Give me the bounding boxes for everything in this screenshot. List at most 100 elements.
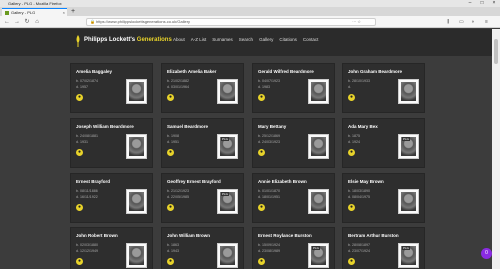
- person-icon[interactable]: ●: [167, 258, 174, 265]
- menu-icon[interactable]: ≡: [485, 17, 488, 27]
- scrollbar-thumb[interactable]: [494, 39, 498, 64]
- person-name[interactable]: Annie Elizabeth Brown: [258, 179, 307, 185]
- person-icon[interactable]: ●: [76, 258, 83, 265]
- death-date: d. 22/05/1985: [167, 195, 189, 199]
- person-name[interactable]: Joseph William Beardmore: [76, 124, 134, 130]
- person-card[interactable]: Ernest Brayford b. 08/11/1886 d. 16/11/192…: [70, 173, 153, 223]
- person-card[interactable]: John Robert Brown b. 02/03/1880 d. 12/12/1…: [70, 227, 153, 269]
- person-icon[interactable]: ●: [258, 149, 265, 156]
- menu-az-list[interactable]: A-Z List: [191, 37, 207, 43]
- person-photo[interactable]: PLG: [308, 243, 329, 268]
- person-card[interactable]: Mary Bettany b. 25/12/1869 d. 24/03/1923 ●: [252, 118, 335, 168]
- menu-gallery[interactable]: Gallery: [259, 37, 273, 43]
- tab-gallery[interactable]: Gallery - PLG ×: [2, 8, 67, 16]
- site-brand[interactable]: Philipps Lockett's Generations: [84, 36, 172, 44]
- person-card[interactable]: Bertram Arthur Burston b. 28/08/1897 d. 23…: [342, 227, 425, 269]
- person-photo[interactable]: [217, 243, 238, 268]
- person-card[interactable]: Samuel Beardmore b. 1908 d. 1951 ● PLG: [161, 118, 244, 168]
- sidebar-icon[interactable]: ▭: [459, 17, 464, 27]
- person-icon[interactable]: ●: [76, 204, 83, 211]
- person-name[interactable]: Gerald Wilfred Beardmore: [258, 69, 314, 75]
- person-card[interactable]: Gerald Wilfred Beardmore b. 04/07/1923 d. …: [252, 63, 335, 113]
- person-photo[interactable]: PLG: [398, 243, 419, 268]
- person-icon[interactable]: ●: [76, 94, 83, 101]
- person-photo[interactable]: [126, 189, 147, 214]
- lock-icon: 🔒: [90, 19, 95, 24]
- menu-about[interactable]: About: [173, 37, 185, 43]
- person-name[interactable]: Ada Mary Bex: [348, 124, 378, 130]
- person-icon[interactable]: ●: [348, 94, 355, 101]
- menu-citations[interactable]: Citations: [279, 37, 297, 43]
- person-icon[interactable]: ●: [167, 149, 174, 156]
- menu-surnames[interactable]: Surnames: [212, 37, 233, 43]
- person-photo[interactable]: PLG: [217, 189, 238, 214]
- scrollbar[interactable]: [492, 29, 500, 269]
- person-name[interactable]: Samuel Beardmore: [167, 124, 208, 130]
- person-card[interactable]: Elsie May Brown b. 18/03/1890 d. 08/04/197…: [342, 173, 425, 223]
- url-bar[interactable]: 🔒 https://www.philippslockettsgeneration…: [86, 18, 376, 26]
- birth-date: b. 04/07/1923: [258, 79, 280, 83]
- new-tab-button[interactable]: +: [71, 7, 75, 16]
- person-card[interactable]: Geoffrey Ernest Brayford b. 21/12/1923 d. …: [161, 173, 244, 223]
- person-icon[interactable]: ●: [76, 149, 83, 156]
- person-name[interactable]: Mary Bettany: [258, 124, 286, 130]
- person-card[interactable]: Elizabeth Amelia Baker b. 21/02/1882 d. 03…: [161, 63, 244, 113]
- person-card[interactable]: Annie Elizabeth Brown b. 01/01/1870 d. 18/…: [252, 173, 335, 223]
- library-icon[interactable]: ⫼: [447, 17, 449, 27]
- person-photo[interactable]: [126, 79, 147, 104]
- person-icon[interactable]: ●: [348, 258, 355, 265]
- person-name[interactable]: John Graham Beardmore: [348, 69, 402, 75]
- person-photo[interactable]: [398, 79, 419, 104]
- close-window-button[interactable]: ×: [488, 0, 500, 7]
- page-actions-icon[interactable]: ··· ☆: [352, 19, 361, 25]
- extensions-icon[interactable]: ◑: [471, 17, 474, 27]
- person-card[interactable]: Ernest Roylance Burston b. 15/09/1924 d. 2…: [252, 227, 335, 269]
- menu-contact[interactable]: Contact: [303, 37, 319, 43]
- person-name[interactable]: Bertram Arthur Burston: [348, 233, 399, 239]
- birth-date: b. 21/12/1923: [167, 189, 189, 193]
- person-card[interactable]: Joseph William Beardmore b. 24/08/1881 d. …: [70, 118, 153, 168]
- person-icon[interactable]: ●: [258, 204, 265, 211]
- person-name[interactable]: John William Brown: [167, 233, 210, 239]
- home-icon[interactable]: ⌂: [33, 17, 41, 27]
- logo-icon[interactable]: [74, 35, 82, 47]
- person-card[interactable]: John Graham Beardmore b. 28/10/1933 d. ●: [342, 63, 425, 113]
- maximize-button[interactable]: □: [476, 0, 488, 7]
- person-photo[interactable]: PLG: [217, 134, 238, 159]
- person-icon[interactable]: ●: [167, 204, 174, 211]
- minimize-button[interactable]: –: [464, 0, 476, 7]
- person-name[interactable]: Ernest Brayford: [76, 179, 110, 185]
- person-card[interactable]: Amelia Baggaley b. 07/02/1874 d. 1957 ●: [70, 63, 153, 113]
- death-date: d. 1931: [76, 140, 88, 144]
- birth-date: b. 25/12/1869: [258, 134, 280, 138]
- person-card[interactable]: Ada Mary Bex b. 1875 d. 1924 ● PLG: [342, 118, 425, 168]
- back-icon[interactable]: ←: [3, 17, 11, 27]
- notification-badge[interactable]: 0: [481, 248, 492, 259]
- person-photo[interactable]: [126, 243, 147, 268]
- person-name[interactable]: Elsie May Brown: [348, 179, 384, 185]
- person-photo[interactable]: [308, 189, 329, 214]
- forward-icon[interactable]: →: [13, 17, 21, 27]
- person-photo[interactable]: [398, 189, 419, 214]
- person-photo[interactable]: [308, 79, 329, 104]
- person-name[interactable]: Geoffrey Ernest Brayford: [167, 179, 221, 185]
- person-name[interactable]: Amelia Baggaley: [76, 69, 112, 75]
- person-icon[interactable]: ●: [258, 94, 265, 101]
- death-date: d. 08/04/1975: [348, 195, 370, 199]
- person-photo[interactable]: [308, 134, 329, 159]
- person-card[interactable]: John William Brown b. 1863 d. 1943 ●: [161, 227, 244, 269]
- menu-search[interactable]: Search: [239, 37, 253, 43]
- person-photo[interactable]: PLG: [398, 134, 419, 159]
- person-icon[interactable]: ●: [167, 94, 174, 101]
- person-name[interactable]: Ernest Roylance Burston: [258, 233, 312, 239]
- person-icon[interactable]: ●: [258, 258, 265, 265]
- death-date: d. 23/07/1924: [348, 249, 370, 253]
- person-icon[interactable]: ●: [348, 149, 355, 156]
- reload-icon[interactable]: ↻: [23, 17, 31, 27]
- tab-close-icon[interactable]: ×: [63, 9, 65, 16]
- person-photo[interactable]: [126, 134, 147, 159]
- person-name[interactable]: John Robert Brown: [76, 233, 118, 239]
- person-icon[interactable]: ●: [348, 204, 355, 211]
- person-name[interactable]: Elizabeth Amelia Baker: [167, 69, 216, 75]
- person-photo[interactable]: [217, 79, 238, 104]
